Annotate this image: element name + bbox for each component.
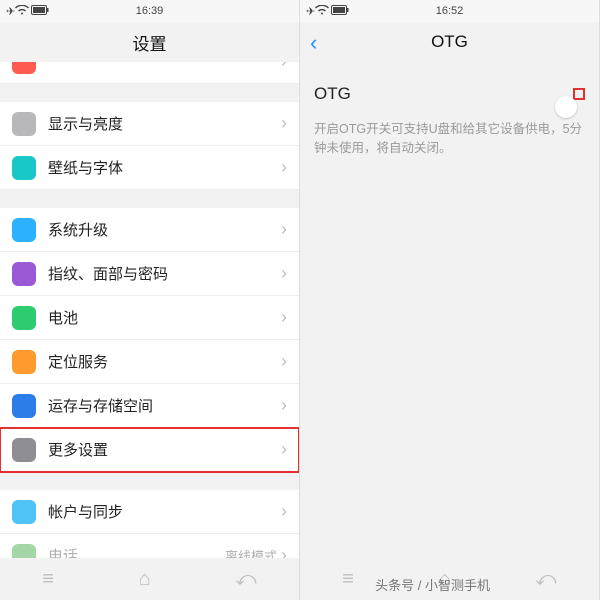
chevron-right-icon: ›: [281, 501, 287, 522]
row-storage-icon: [12, 394, 36, 418]
row-more[interactable]: 更多设置›: [0, 428, 299, 472]
nav-menu-icon[interactable]: ≡: [42, 568, 54, 591]
nav-menu-icon[interactable]: ≡: [342, 568, 354, 591]
row-phone[interactable]: 电话离线模式 ›: [0, 534, 299, 558]
row-notice-icon: [12, 62, 36, 74]
nav-home-icon[interactable]: ⌂: [139, 568, 151, 591]
row-label: 壁纸与字体: [48, 157, 281, 178]
settings-list[interactable]: ›显示与亮度›壁纸与字体›系统升级›指纹、面部与密码›电池›定位服务›运存与存储…: [0, 62, 299, 558]
row-account[interactable]: 帐户与同步›: [0, 490, 299, 534]
row-display-icon: [12, 112, 36, 136]
row-storage[interactable]: 运存与存储空间›: [0, 384, 299, 428]
row-wallpaper[interactable]: 壁纸与字体›: [0, 146, 299, 190]
row-label: 电池: [48, 307, 281, 328]
right-pane-otg: ✈ 16:52 ‹ OTG OTG 开启OTG开关可支持U盘和给其它设备供电，5…: [300, 0, 600, 600]
chevron-right-icon: ›: [281, 219, 287, 240]
otg-toggle-row: OTG: [300, 70, 599, 118]
title-text: OTG: [431, 32, 468, 52]
chevron-right-icon: ›: [281, 439, 287, 460]
row-label: 系统升级: [48, 219, 281, 240]
row-label: 帐户与同步: [48, 501, 281, 522]
chevron-right-icon: ›: [281, 351, 287, 372]
row-upgrade-icon: [12, 218, 36, 242]
row-label: 显示与亮度: [48, 113, 281, 134]
row-wallpaper-icon: [12, 156, 36, 180]
page-title: 设置: [0, 22, 299, 62]
row-label: 指纹、面部与密码: [48, 263, 281, 284]
chevron-right-icon: ›: [281, 157, 287, 178]
chevron-right-icon: ›: [281, 62, 287, 72]
nav-bar: ≡ ⌂ ⤺: [0, 558, 299, 600]
chevron-right-icon: ›: [281, 113, 287, 134]
row-fingerprint-icon: [12, 262, 36, 286]
row-phone-icon: [12, 544, 36, 559]
row-label: 更多设置: [48, 439, 281, 460]
status-bar: ✈ 16:39: [0, 0, 299, 22]
chevron-right-icon: ›: [281, 263, 287, 284]
otg-description: 开启OTG开关可支持U盘和给其它设备供电，5分钟未使用，将自动关闭。: [300, 118, 599, 160]
nav-back-icon[interactable]: ⤺: [235, 568, 256, 591]
chevron-right-icon: ›: [281, 545, 287, 558]
status-bar: ✈ 16:52: [300, 0, 599, 22]
row-notice[interactable]: ›: [0, 62, 299, 84]
row-account-icon: [12, 500, 36, 524]
row-display[interactable]: 显示与亮度›: [0, 102, 299, 146]
nav-back-icon[interactable]: ⤺: [535, 568, 556, 591]
row-label: 电话: [48, 545, 225, 558]
otg-label: OTG: [314, 84, 351, 104]
row-battery-icon: [12, 306, 36, 330]
otg-toggle-highlight: [573, 88, 585, 100]
chevron-right-icon: ›: [281, 307, 287, 328]
row-more-icon: [12, 438, 36, 462]
status-time: 16:52: [300, 5, 599, 17]
author-signature: 头条号 / 小智测手机: [375, 575, 490, 594]
row-fingerprint[interactable]: 指纹、面部与密码›: [0, 252, 299, 296]
left-pane-settings: ✈ 16:39 设置 ›显示与亮度›壁纸与字体›系统升级›指纹、面部与密码›电池…: [0, 0, 300, 600]
row-upgrade[interactable]: 系统升级›: [0, 208, 299, 252]
page-title-otg: ‹ OTG: [300, 22, 599, 62]
otg-body: OTG 开启OTG开关可支持U盘和给其它设备供电，5分钟未使用，将自动关闭。: [300, 62, 599, 558]
row-label: 定位服务: [48, 351, 281, 372]
back-button[interactable]: ‹: [310, 30, 317, 56]
row-battery[interactable]: 电池›: [0, 296, 299, 340]
row-aux: 离线模式: [225, 546, 277, 558]
row-location-icon: [12, 350, 36, 374]
row-location[interactable]: 定位服务›: [0, 340, 299, 384]
status-time: 16:39: [0, 5, 299, 17]
chevron-right-icon: ›: [281, 395, 287, 416]
row-label: 运存与存储空间: [48, 395, 281, 416]
